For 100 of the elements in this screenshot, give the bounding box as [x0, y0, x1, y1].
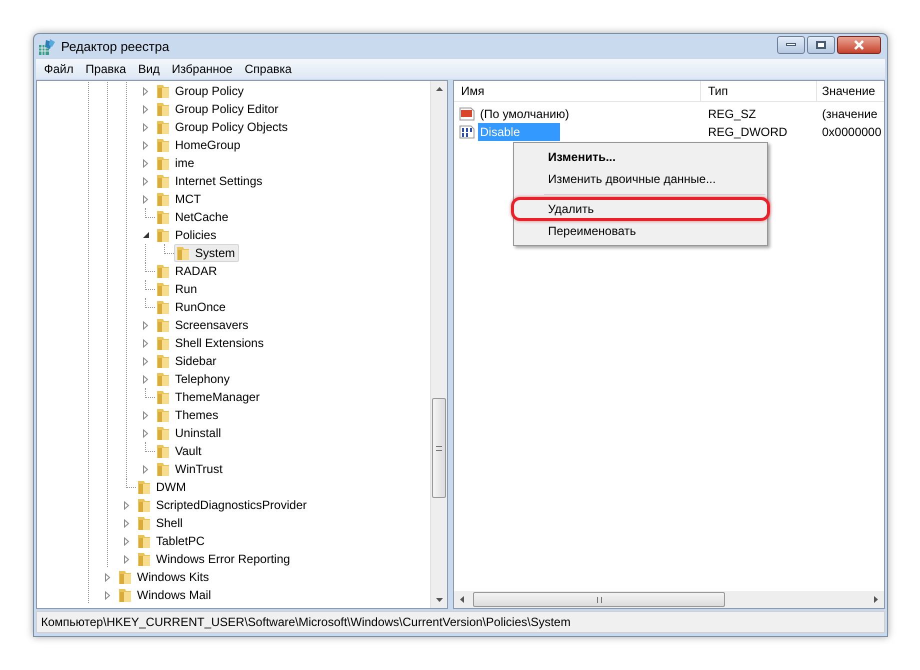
tree-item[interactable]: DWM — [136, 478, 189, 496]
vertical-scrollbar[interactable] — [430, 81, 447, 608]
tree-item[interactable]: Internet Settings — [155, 172, 266, 190]
menu-item[interactable]: Справка — [238, 60, 298, 78]
menu-item[interactable]: Вид — [132, 60, 166, 78]
binary-value-icon — [459, 124, 475, 140]
expand-arrow-icon[interactable] — [104, 590, 112, 600]
expand-arrow-icon[interactable] — [122, 554, 130, 564]
column-header[interactable]: Значение — [817, 81, 884, 101]
menu-item[interactable]: Изменить... — [516, 146, 765, 168]
tree-item[interactable]: Uninstall — [155, 424, 224, 442]
menu-item[interactable]: Правка — [80, 60, 132, 78]
folder-icon — [155, 209, 171, 225]
tree-item[interactable]: MCT — [155, 190, 204, 208]
folder-icon — [136, 515, 152, 531]
menu-item[interactable]: Переименовать — [516, 220, 765, 242]
tree-item[interactable]: RADAR — [155, 262, 220, 280]
folder-icon — [155, 389, 171, 405]
table-cell: REG_SZ — [708, 107, 756, 121]
tree-item[interactable]: ime — [155, 154, 198, 172]
expand-arrow-icon[interactable] — [122, 518, 130, 528]
tree-item[interactable]: Group Policy — [155, 82, 247, 100]
folder-icon — [155, 317, 171, 333]
folder-icon — [155, 83, 171, 99]
window-title: Редактор реестра — [61, 38, 170, 56]
close-button[interactable] — [837, 36, 881, 54]
tree-item[interactable]: ScriptedDiagnosticsProvider — [136, 496, 310, 514]
tree-item[interactable]: NetCache — [155, 208, 232, 226]
folder-icon — [136, 497, 152, 513]
expand-arrow-icon[interactable] — [142, 104, 150, 114]
tree-item[interactable]: HomeGroup — [155, 136, 244, 154]
folder-icon — [117, 569, 133, 585]
folder-icon — [136, 479, 152, 495]
table-cell: (значение — [822, 107, 878, 121]
tree-item[interactable]: TabletPC — [136, 532, 208, 550]
tree-item[interactable]: Windows Error Reporting — [136, 550, 294, 568]
expand-arrow-icon[interactable] — [104, 572, 112, 582]
expand-arrow-icon[interactable] — [142, 464, 150, 474]
expand-arrow-icon[interactable] — [142, 158, 150, 168]
tree-item[interactable]: Group Policy Editor — [155, 100, 282, 118]
menu-item[interactable]: Изменить двоичные данные... — [516, 168, 765, 190]
folder-icon — [155, 137, 171, 153]
folder-icon — [155, 425, 171, 441]
folder-icon — [155, 173, 171, 189]
folder-icon — [155, 443, 171, 459]
scrollbar-thumb[interactable] — [473, 592, 725, 607]
expand-arrow-icon[interactable] — [142, 320, 150, 330]
expand-arrow-icon[interactable] — [122, 536, 130, 546]
expand-arrow-icon[interactable] — [122, 500, 130, 510]
tree-item[interactable]: Shell Extensions — [155, 334, 267, 352]
registry-app-icon — [38, 38, 56, 56]
value-name[interactable]: (По умолчанию) — [478, 105, 572, 123]
expand-arrow-icon[interactable] — [142, 122, 150, 132]
expand-arrow-icon[interactable] — [142, 194, 150, 204]
expand-arrow-icon[interactable] — [142, 140, 150, 150]
tree-item[interactable]: WinTrust — [155, 460, 226, 478]
folder-icon — [155, 227, 171, 243]
menu-item[interactable]: Удалить — [516, 198, 765, 220]
tree-item[interactable]: Windows Mail — [117, 586, 214, 604]
tree-item[interactable]: Sidebar — [155, 352, 220, 370]
folder-icon — [155, 155, 171, 171]
table-cell: REG_DWORD — [708, 125, 788, 139]
folder-icon — [136, 533, 152, 549]
tree-item[interactable]: Windows Kits — [117, 568, 212, 586]
expand-arrow-icon[interactable] — [142, 410, 150, 420]
tree-item[interactable]: System — [174, 244, 240, 262]
folder-icon — [155, 191, 171, 207]
tree-item[interactable]: Screensavers — [155, 316, 252, 334]
expand-arrow-icon[interactable] — [142, 374, 150, 384]
expand-arrow-icon[interactable] — [142, 338, 150, 348]
column-header[interactable]: Тип — [701, 81, 817, 101]
tree-item[interactable]: Telephony — [155, 370, 233, 388]
menu-item[interactable]: Файл — [38, 60, 80, 78]
folder-icon — [155, 263, 171, 279]
tree-item[interactable]: Vault — [155, 442, 204, 460]
column-header[interactable]: Имя — [454, 81, 701, 101]
menu-item[interactable]: Избранное — [166, 60, 239, 78]
collapse-arrow-icon[interactable] — [142, 231, 150, 239]
horizontal-scrollbar[interactable] — [454, 591, 884, 608]
tree-item[interactable]: Group Policy Objects — [155, 118, 291, 136]
table-cell: 0x0000000 — [822, 125, 882, 139]
expand-arrow-icon[interactable] — [142, 356, 150, 366]
folder-icon — [117, 587, 133, 603]
tree-item[interactable]: RunOnce — [155, 298, 229, 316]
expand-arrow-icon[interactable] — [142, 176, 150, 186]
maximize-button[interactable] — [807, 36, 835, 54]
scrollbar-thumb[interactable] — [432, 398, 446, 498]
folder-icon — [155, 299, 171, 315]
tree-item[interactable]: Run — [155, 280, 200, 298]
folder-icon — [136, 551, 152, 567]
folder-icon — [155, 353, 171, 369]
tree-item[interactable]: Themes — [155, 406, 222, 424]
expand-arrow-icon[interactable] — [142, 428, 150, 438]
status-text: Компьютер\HKEY_CURRENT_USER\Software\Microsoft\Windows\CurrentVersion\Policies\System — [41, 614, 571, 631]
tree-item[interactable]: Shell — [136, 514, 186, 532]
tree-item[interactable]: ThemeManager — [155, 388, 263, 406]
minimize-button[interactable] — [777, 36, 805, 54]
close-icon — [853, 40, 865, 50]
expand-arrow-icon[interactable] — [142, 86, 150, 96]
tree-item[interactable]: Policies — [155, 226, 220, 244]
